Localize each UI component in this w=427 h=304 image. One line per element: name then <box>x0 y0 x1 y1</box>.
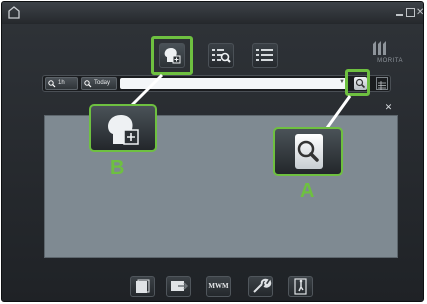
exit-icon <box>294 278 307 295</box>
mwm-button[interactable]: MWM <box>206 276 231 297</box>
callout-b-tile <box>89 104 157 152</box>
app-window: ✕ MORITA 1h Today ▼ ✕ B A MWM <box>1 1 424 302</box>
export-icon <box>171 281 189 291</box>
callout-line-b <box>130 73 164 107</box>
exit-button[interactable] <box>288 276 313 297</box>
search-icon <box>297 140 319 162</box>
callout-a-label: A <box>300 180 315 202</box>
patient-folder-icon <box>136 279 150 293</box>
callout-a-tile <box>273 127 343 176</box>
callout-line-a <box>325 95 352 129</box>
export-button[interactable] <box>166 276 191 297</box>
settings-wrench-icon <box>253 278 272 293</box>
settings-button[interactable] <box>248 276 273 297</box>
callout-b-label: B <box>110 157 125 179</box>
patient-folder-button[interactable] <box>130 276 155 297</box>
callout-lines <box>130 73 352 129</box>
new-patient-icon <box>108 115 139 145</box>
